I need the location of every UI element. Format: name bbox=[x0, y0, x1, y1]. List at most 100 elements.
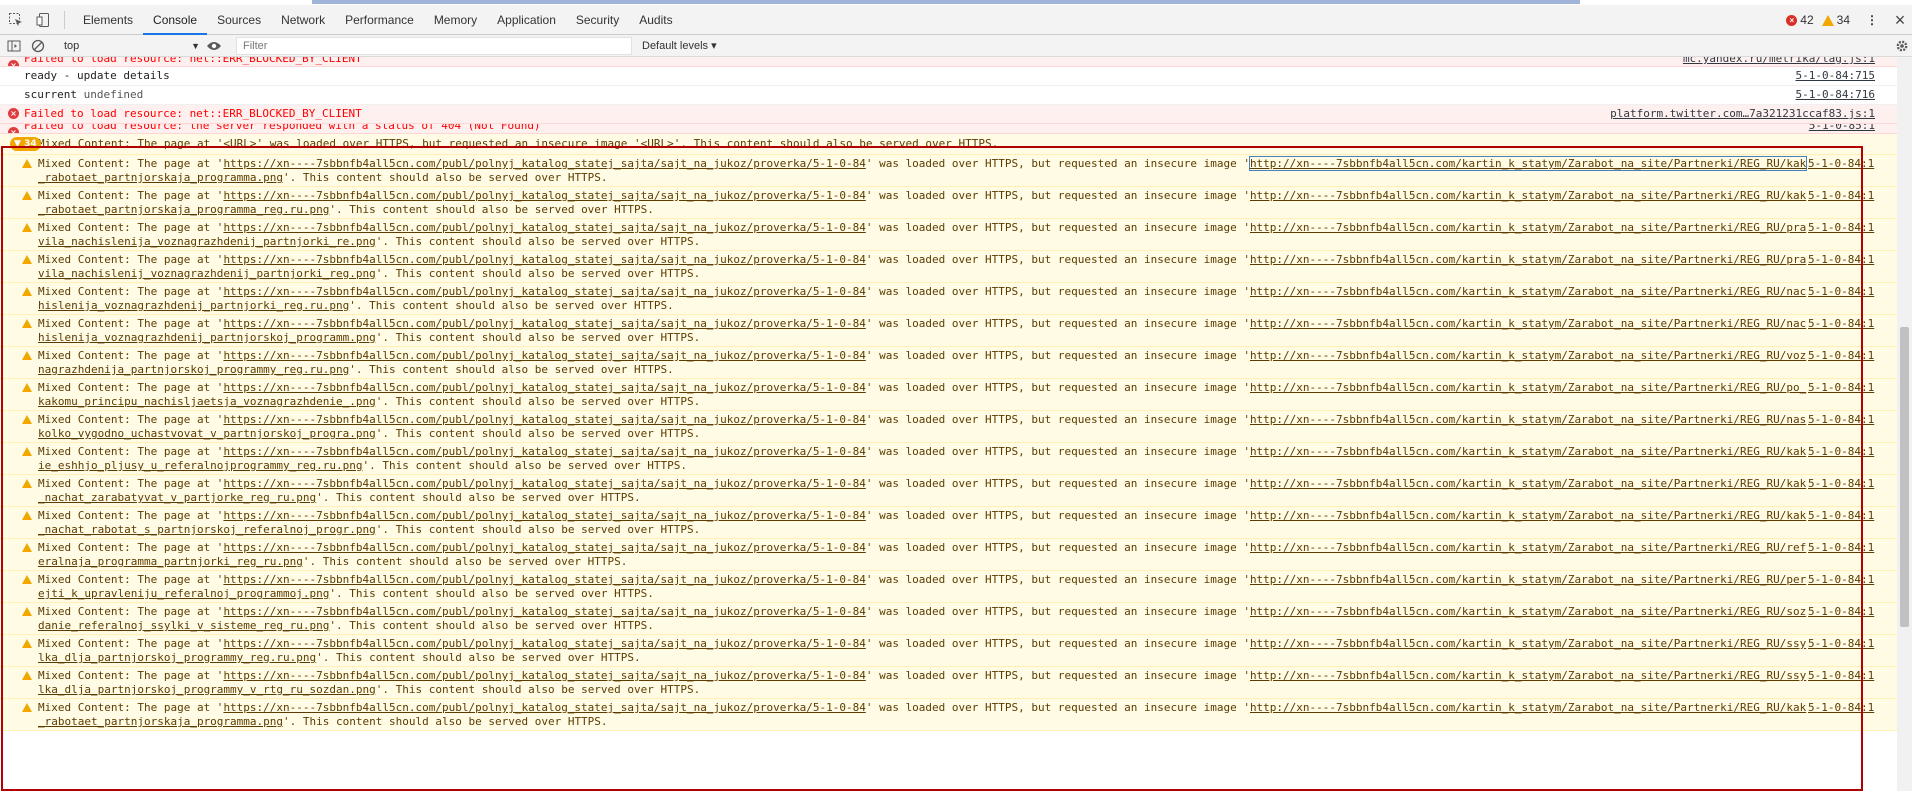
scrollbar-thumb[interactable] bbox=[1900, 327, 1909, 627]
source-link[interactable]: 5-1-0-84:1 bbox=[1808, 477, 1874, 491]
source-link[interactable]: 5-1-0-84:1 bbox=[1808, 669, 1874, 683]
page-url-link[interactable]: https://xn----7sbbnfb4all5cn.com/publ/po… bbox=[223, 701, 865, 714]
source-link[interactable]: 5-1-0-84:1 bbox=[1808, 701, 1874, 715]
filter-input[interactable] bbox=[236, 36, 632, 55]
tab-performance[interactable]: Performance bbox=[335, 5, 424, 35]
source-link[interactable]: 5-1-0-84:1 bbox=[1808, 221, 1874, 235]
page-url-link[interactable]: https://xn----7sbbnfb4all5cn.com/publ/po… bbox=[223, 189, 865, 202]
image-url-link-cont[interactable]: _rabotaet_partnjorskaja_programma.png bbox=[38, 171, 283, 184]
page-url-link[interactable]: https://xn----7sbbnfb4all5cn.com/publ/po… bbox=[223, 573, 865, 586]
image-url-link-cont[interactable]: ejti_k_upravleniju_referalnoj_programmoj… bbox=[38, 587, 329, 600]
image-url-link-cont[interactable]: kolko_vygodno_uchastvovat_v_partnjorskoj… bbox=[38, 427, 376, 440]
image-url-link-cont[interactable]: vila_nachislenij_voznagrazhdenij_partnjo… bbox=[38, 267, 376, 280]
console-sidebar-icon[interactable] bbox=[4, 36, 24, 56]
group-count-badge[interactable]: ▼ 34 bbox=[10, 137, 41, 151]
image-url-link-cont[interactable]: kakomu_principu_nachisljaetsja_voznagraz… bbox=[38, 395, 376, 408]
image-url-link[interactable]: http://xn----7sbbnfb4all5cn.com/kartin_k… bbox=[1250, 477, 1806, 490]
clear-console-icon[interactable] bbox=[28, 36, 48, 56]
page-url-link[interactable]: https://xn----7sbbnfb4all5cn.com/publ/po… bbox=[223, 669, 865, 682]
image-url-link-cont[interactable]: ie_eshhjo_pljusy_u_referalnojprogrammy_r… bbox=[38, 459, 363, 472]
image-url-link-cont[interactable]: _rabotaet_partnjorskaja_programma.png bbox=[38, 715, 283, 728]
console-scrollbar[interactable] bbox=[1897, 57, 1912, 791]
image-url-link[interactable]: http://xn----7sbbnfb4all5cn.com/kartin_k… bbox=[1250, 189, 1806, 202]
source-link[interactable]: 5-1-0-84:1 bbox=[1808, 413, 1874, 427]
image-url-link[interactable]: http://xn----7sbbnfb4all5cn.com/kartin_k… bbox=[1250, 413, 1806, 426]
image-url-link[interactable]: http://xn----7sbbnfb4all5cn.com/kartin_k… bbox=[1250, 317, 1806, 330]
source-link[interactable]: platform.twitter.com…7a321231ccaf83.js:1 bbox=[1610, 107, 1875, 121]
image-url-link[interactable]: http://xn----7sbbnfb4all5cn.com/kartin_k… bbox=[1248, 156, 1808, 171]
source-link[interactable]: 5-1-0-84:1 bbox=[1808, 637, 1874, 651]
image-url-link[interactable]: http://xn----7sbbnfb4all5cn.com/kartin_k… bbox=[1250, 381, 1806, 394]
source-link[interactable]: 5-1-0-85:1 bbox=[1809, 124, 1875, 133]
context-selector[interactable]: top ▼ bbox=[64, 37, 200, 55]
live-expression-eye-icon[interactable] bbox=[204, 36, 224, 56]
tab-application[interactable]: Application bbox=[487, 5, 566, 35]
image-url-link[interactable]: http://xn----7sbbnfb4all5cn.com/kartin_k… bbox=[1250, 605, 1806, 618]
device-toolbar-icon[interactable] bbox=[32, 8, 56, 32]
image-url-link-cont[interactable]: _nachat_zarabatyvat_v_partjorke_reg_ru.p… bbox=[38, 491, 316, 504]
error-count[interactable]: 42 bbox=[1800, 13, 1813, 27]
source-link[interactable]: 5-1-0-84:1 bbox=[1808, 157, 1874, 171]
warning-count[interactable]: 34 bbox=[1837, 13, 1850, 27]
image-url-link[interactable]: http://xn----7sbbnfb4all5cn.com/kartin_k… bbox=[1250, 637, 1806, 650]
source-link[interactable]: 5-1-0-84:1 bbox=[1808, 541, 1874, 555]
image-url-link-cont[interactable]: lka_dlja_partnjorskoj_programmy_reg.ru.p… bbox=[38, 651, 316, 664]
page-url-link[interactable]: https://xn----7sbbnfb4all5cn.com/publ/po… bbox=[223, 157, 865, 170]
source-link[interactable]: 5-1-0-84:1 bbox=[1808, 381, 1874, 395]
image-url-link-cont[interactable]: hislenija_voznagrazhdenij_partnjorskoj_p… bbox=[38, 331, 376, 344]
page-url-link[interactable]: https://xn----7sbbnfb4all5cn.com/publ/po… bbox=[223, 317, 865, 330]
image-url-link-cont[interactable]: _nachat_rabotat_s_partnjorskoj_referalno… bbox=[38, 523, 376, 536]
log-levels-dropdown[interactable]: Default levels ▾ bbox=[642, 39, 717, 52]
image-url-link-cont[interactable]: lka_dlja_partnjorskoj_programmy_v_rtg_ru… bbox=[38, 683, 376, 696]
tab-security[interactable]: Security bbox=[566, 5, 629, 35]
page-url-link[interactable]: https://xn----7sbbnfb4all5cn.com/publ/po… bbox=[223, 349, 865, 362]
page-url-link[interactable]: https://xn----7sbbnfb4all5cn.com/publ/po… bbox=[223, 285, 865, 298]
image-url-link[interactable]: http://xn----7sbbnfb4all5cn.com/kartin_k… bbox=[1250, 541, 1806, 554]
page-url-link[interactable]: https://xn----7sbbnfb4all5cn.com/publ/po… bbox=[223, 445, 865, 458]
image-url-link-cont[interactable]: eralnaja_programma_partnjorki_reg_ru.png bbox=[38, 555, 303, 568]
tab-audits[interactable]: Audits bbox=[629, 5, 682, 35]
source-link[interactable]: 5-1-0-84:1 bbox=[1808, 189, 1874, 203]
warning-group-header[interactable]: ▼ 34 Mixed Content: The page at '<URL>' w… bbox=[0, 134, 1897, 155]
source-link[interactable]: 5-1-0-84:1 bbox=[1808, 317, 1874, 331]
source-link[interactable]: mc.yandex.ru/metrika/tag.js:1 bbox=[1683, 57, 1875, 66]
source-link[interactable]: 5-1-0-84:1 bbox=[1808, 509, 1874, 523]
more-options-icon[interactable]: ⋮ bbox=[1864, 13, 1880, 27]
page-url-link[interactable]: https://xn----7sbbnfb4all5cn.com/publ/po… bbox=[223, 221, 865, 234]
image-url-link[interactable]: http://xn----7sbbnfb4all5cn.com/kartin_k… bbox=[1250, 285, 1806, 298]
expand-triangle-icon[interactable]: ▼ bbox=[14, 139, 24, 149]
image-url-link-cont[interactable]: nagrazhdenija_partnjorskoj_programmy_reg… bbox=[38, 363, 349, 376]
tab-elements[interactable]: Elements bbox=[73, 5, 143, 35]
image-url-link[interactable]: http://xn----7sbbnfb4all5cn.com/kartin_k… bbox=[1250, 253, 1806, 266]
source-link[interactable]: 5-1-0-84:1 bbox=[1808, 605, 1874, 619]
image-url-link-cont[interactable]: vila_nachislenija_voznagrazhdenij_partnj… bbox=[38, 235, 376, 248]
image-url-link[interactable]: http://xn----7sbbnfb4all5cn.com/kartin_k… bbox=[1250, 701, 1806, 714]
page-url-link[interactable]: https://xn----7sbbnfb4all5cn.com/publ/po… bbox=[223, 509, 865, 522]
page-url-link[interactable]: https://xn----7sbbnfb4all5cn.com/publ/po… bbox=[223, 477, 865, 490]
image-url-link[interactable]: http://xn----7sbbnfb4all5cn.com/kartin_k… bbox=[1250, 221, 1806, 234]
source-link[interactable]: 5-1-0-84:1 bbox=[1808, 349, 1874, 363]
page-url-link[interactable]: https://xn----7sbbnfb4all5cn.com/publ/po… bbox=[223, 605, 865, 618]
page-url-link[interactable]: https://xn----7sbbnfb4all5cn.com/publ/po… bbox=[223, 413, 865, 426]
tab-network[interactable]: Network bbox=[271, 5, 335, 35]
close-devtools-icon[interactable]: × bbox=[1888, 10, 1912, 31]
image-url-link[interactable]: http://xn----7sbbnfb4all5cn.com/kartin_k… bbox=[1250, 349, 1806, 362]
source-link[interactable]: 5-1-0-84:1 bbox=[1808, 573, 1874, 587]
source-link[interactable]: 5-1-0-84:715 bbox=[1796, 69, 1875, 83]
gear-icon[interactable] bbox=[1892, 36, 1912, 56]
image-url-link[interactable]: http://xn----7sbbnfb4all5cn.com/kartin_k… bbox=[1250, 669, 1806, 682]
image-url-link[interactable]: http://xn----7sbbnfb4all5cn.com/kartin_k… bbox=[1250, 445, 1806, 458]
image-url-link-cont[interactable]: _rabotaet_partnjorskaja_programma_reg.ru… bbox=[38, 203, 329, 216]
page-url-link[interactable]: https://xn----7sbbnfb4all5cn.com/publ/po… bbox=[223, 541, 865, 554]
source-link[interactable]: 5-1-0-84:716 bbox=[1796, 88, 1875, 102]
source-link[interactable]: 5-1-0-84:1 bbox=[1808, 285, 1874, 299]
image-url-link-cont[interactable]: hislenija_voznagrazhdenij_partnjorki_reg… bbox=[38, 299, 349, 312]
tab-console[interactable]: Console bbox=[143, 5, 208, 35]
page-url-link[interactable]: https://xn----7sbbnfb4all5cn.com/publ/po… bbox=[223, 253, 865, 266]
source-link[interactable]: 5-1-0-84:1 bbox=[1808, 445, 1874, 459]
page-url-link[interactable]: https://xn----7sbbnfb4all5cn.com/publ/po… bbox=[223, 637, 865, 650]
source-link[interactable]: 5-1-0-84:1 bbox=[1808, 253, 1874, 267]
image-url-link-cont[interactable]: danie_referalnoj_ssylki_v_sisteme_reg_ru… bbox=[38, 619, 329, 632]
page-url-link[interactable]: https://xn----7sbbnfb4all5cn.com/publ/po… bbox=[223, 381, 865, 394]
tab-sources[interactable]: Sources bbox=[207, 5, 271, 35]
